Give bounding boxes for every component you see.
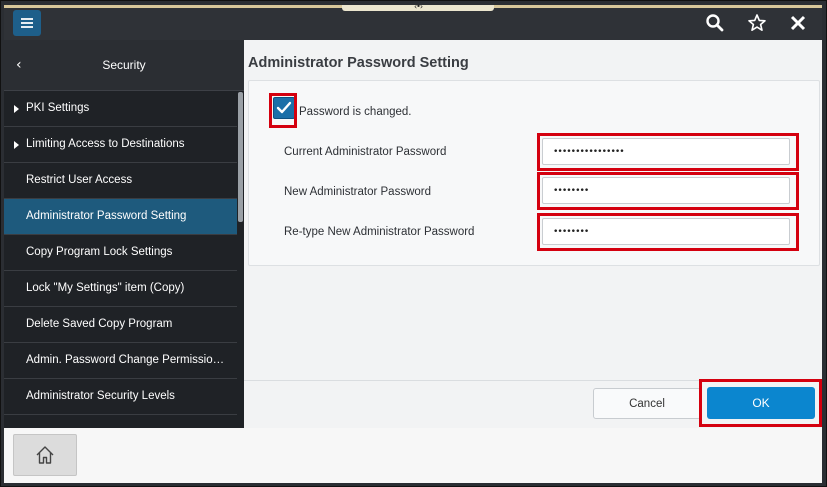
current-password-label: Current Administrator Password — [284, 146, 447, 158]
home-button[interactable] — [13, 434, 77, 476]
search-icon[interactable] — [701, 9, 729, 37]
sidebar-item-admin-password-setting[interactable]: Administrator Password Setting — [4, 199, 237, 235]
sidebar-item-admin-password-change-permission[interactable]: Admin. Password Change Permissio… — [4, 343, 237, 379]
sidebar-item-label: Copy Program Lock Settings — [26, 246, 173, 258]
sidebar-item-pki-settings[interactable]: PKI Settings — [4, 91, 237, 127]
close-icon[interactable] — [784, 9, 812, 37]
scrollbar-thumb[interactable] — [238, 92, 243, 222]
expand-caret-icon — [14, 105, 19, 113]
cancel-button[interactable]: Cancel — [593, 388, 701, 419]
highlight-box-new-password — [537, 172, 799, 210]
bottom-bar — [4, 428, 822, 483]
sidebar-item-label: Limiting Access to Destinations — [26, 138, 185, 150]
new-password-label: New Administrator Password — [284, 186, 431, 198]
menu-line — [21, 26, 33, 28]
sidebar-item-lock-my-settings[interactable]: Lock "My Settings" item (Copy) — [4, 271, 237, 307]
menu-line — [21, 22, 33, 24]
sidebar-item-restrict-user-access[interactable]: Restrict User Access — [4, 163, 237, 199]
page-title: Administrator Password Setting — [248, 55, 469, 71]
sidebar-title: Security — [102, 58, 146, 72]
sidebar-item-label: Admin. Password Change Permissio… — [26, 354, 225, 366]
sidebar-scrollbar[interactable] — [237, 92, 244, 428]
highlight-box-checkbox — [269, 93, 297, 128]
sidebar-item-label: PKI Settings — [26, 102, 90, 114]
star-icon[interactable] — [743, 9, 771, 37]
sidebar-item-delete-saved-copy-program[interactable]: Delete Saved Copy Program — [4, 307, 237, 343]
sidebar-item-label: Lock "My Settings" item (Copy) — [26, 282, 185, 294]
sidebar: ‹ Security PKI Settings Limiting Access … — [4, 40, 244, 428]
pull-down-handle[interactable]: ‹•› — [342, 2, 494, 11]
sidebar-item-label: Delete Saved Copy Program — [26, 318, 173, 330]
handle-glyph: ‹•› — [413, 2, 423, 11]
top-bar: ‹•› — [4, 2, 822, 40]
highlight-box-ok — [699, 379, 822, 427]
retype-password-label: Re-type New Administrator Password — [284, 226, 475, 238]
highlight-box-current-password — [537, 133, 799, 171]
home-icon — [36, 446, 54, 464]
expand-caret-icon — [14, 141, 19, 149]
menu-line — [21, 18, 33, 20]
sidebar-item-label: Restrict User Access — [26, 174, 133, 186]
sidebar-item-label: Administrator Password Setting — [26, 210, 187, 222]
sidebar-item-label: Administrator Security Levels — [26, 390, 175, 402]
sidebar-item-copy-program-lock[interactable]: Copy Program Lock Settings — [4, 235, 237, 271]
menu-icon[interactable] — [13, 10, 41, 36]
sidebar-item-limiting-access[interactable]: Limiting Access to Destinations — [4, 127, 237, 163]
highlight-box-retype-password — [537, 213, 799, 251]
password-changed-label: Password is changed. — [299, 106, 412, 118]
sidebar-item-admin-security-levels[interactable]: Administrator Security Levels — [4, 379, 237, 415]
sidebar-header: ‹ Security — [4, 40, 244, 91]
